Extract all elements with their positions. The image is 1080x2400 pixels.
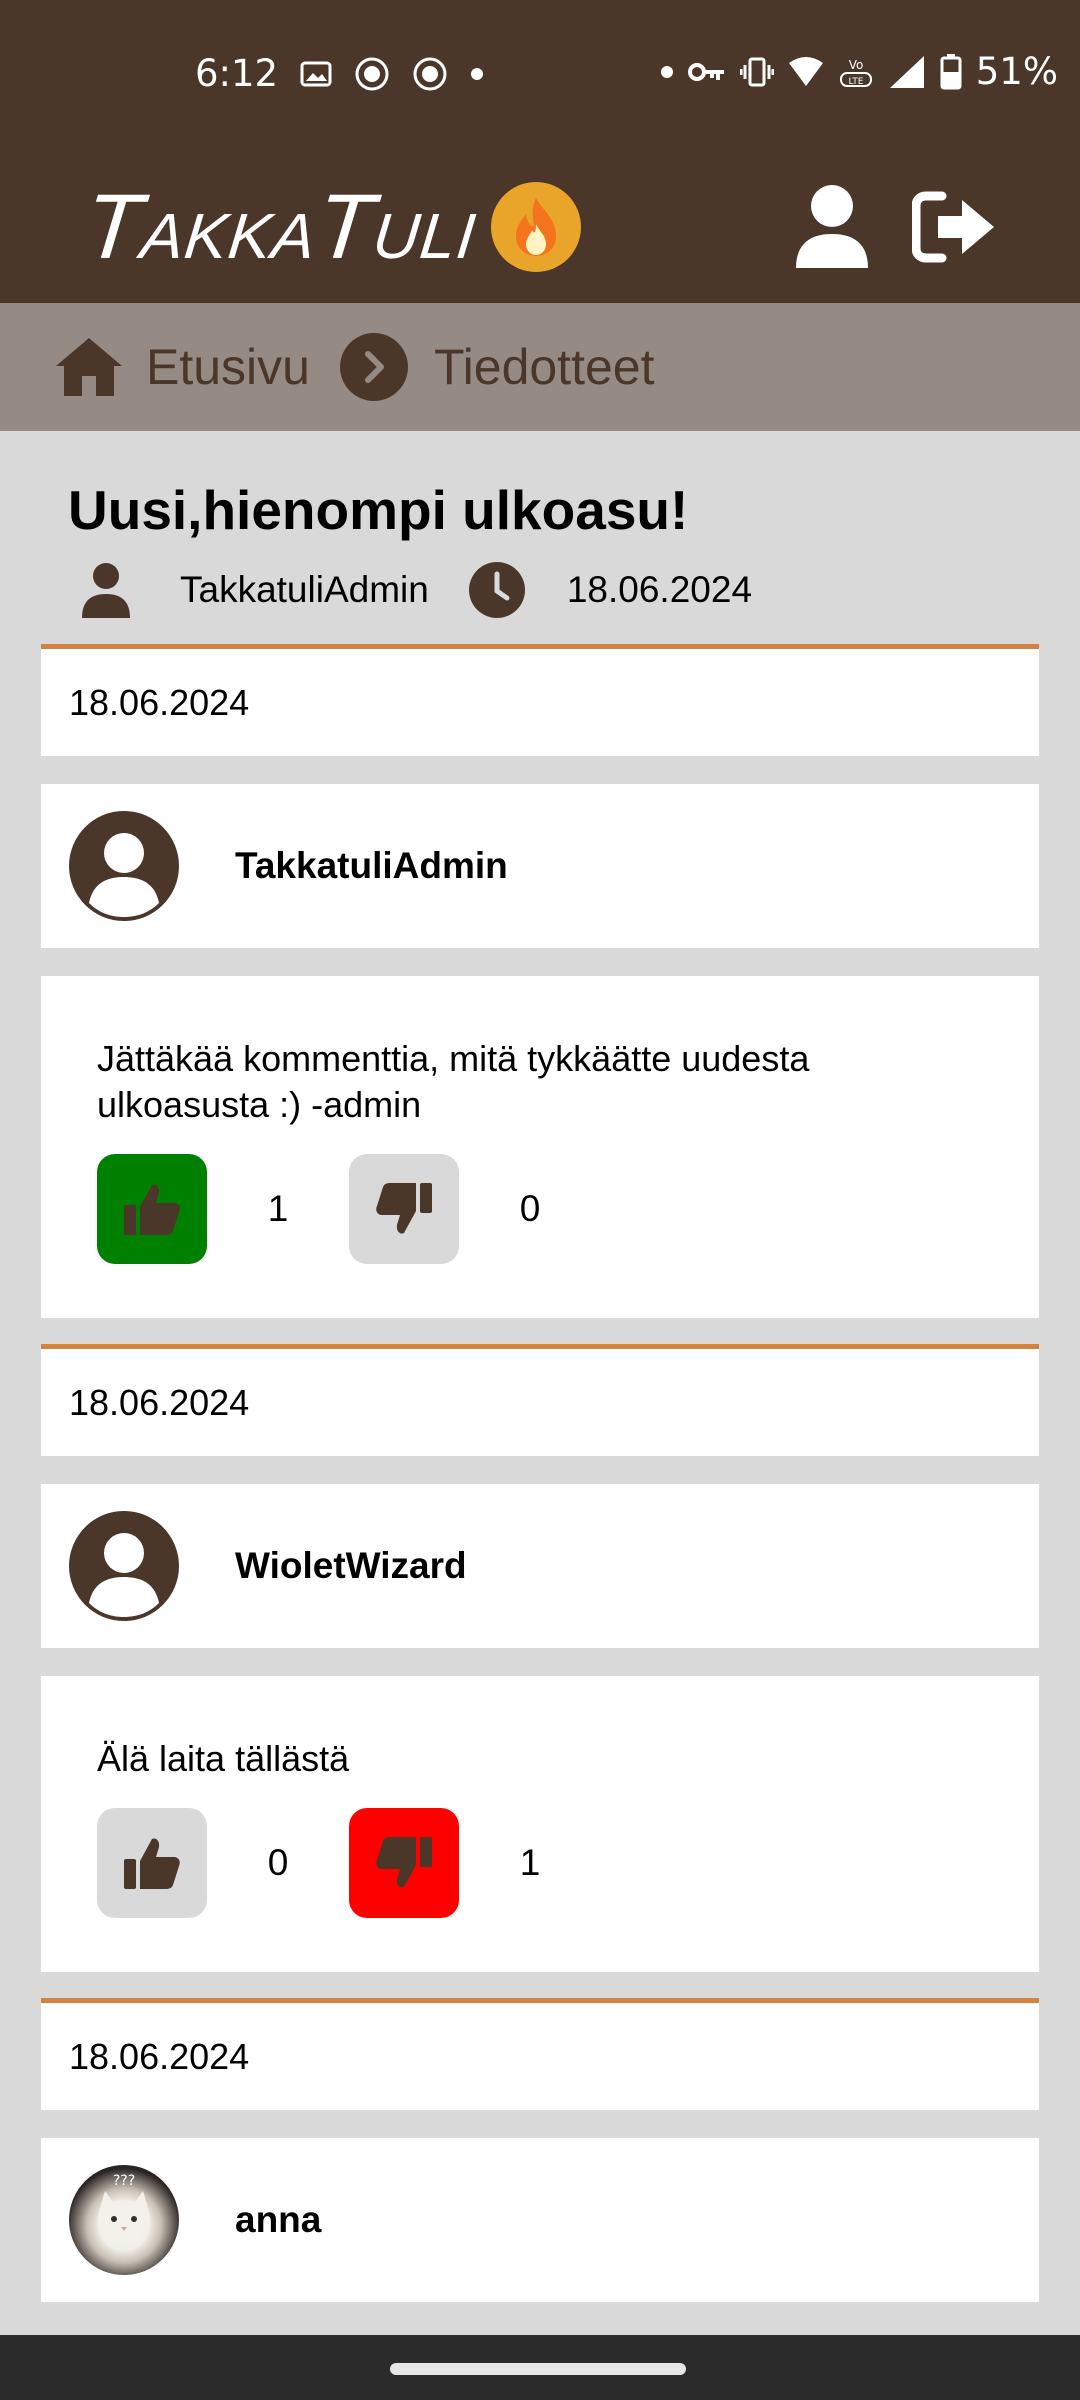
logo-text: TakkaTuli xyxy=(79,175,483,278)
comment-date: 18.06.2024 xyxy=(41,1344,1039,1456)
like-button[interactable] xyxy=(97,1808,207,1918)
avatar-user-icon xyxy=(89,833,159,917)
battery-percentage: 51% xyxy=(975,50,1058,93)
system-navigation-bar xyxy=(0,2335,1080,2400)
breadcrumb-home-label: Etusivu xyxy=(146,339,310,395)
home-icon xyxy=(56,338,122,396)
wifi-icon xyxy=(788,56,823,86)
volte-icon: Vo LTE xyxy=(839,58,872,87)
breadcrumb-current: Tiedotteet xyxy=(433,339,655,395)
comment-body: Jättäkää kommenttia, mitä tykkäätte uude… xyxy=(41,976,1039,1318)
dot-icon xyxy=(471,68,483,80)
status-bar: 6:12 Vo LTE 51% xyxy=(0,0,1080,150)
like-button[interactable] xyxy=(97,1154,207,1264)
thumbs-up-icon xyxy=(124,1838,180,1889)
logout-button[interactable] xyxy=(910,150,1000,303)
svg-text:Vo: Vo xyxy=(848,58,863,72)
breadcrumb-home[interactable]: Etusivu xyxy=(54,336,310,398)
cat-photo-icon: ??? xyxy=(97,2173,151,2245)
app-icon xyxy=(355,57,389,91)
comment-text: Älä laita tällästä xyxy=(97,1738,350,1779)
app-logo[interactable]: TakkaTuli xyxy=(80,150,581,303)
comment-votes: 1 0 xyxy=(97,1154,983,1264)
post-meta: TakkatuliAdmin 18.06.2024 xyxy=(80,555,752,625)
thumbs-down-icon xyxy=(376,1183,432,1234)
like-count: 1 xyxy=(267,1188,289,1229)
like-count: 0 xyxy=(267,1842,289,1883)
logout-icon xyxy=(912,191,994,262)
avatar-photo: ??? xyxy=(69,2165,179,2275)
comment-body: Älä laita tällästä 0 1 xyxy=(41,1676,1039,1972)
comment-item: 18.06.2024 TakkatuliAdmin Jättäkää komme… xyxy=(41,644,1039,1318)
comment-item: 18.06.2024 ??? anna xyxy=(41,1998,1039,2302)
status-system-icons: Vo LTE 51% xyxy=(660,50,1058,93)
battery-icon xyxy=(940,53,962,89)
dislike-button[interactable] xyxy=(349,1154,459,1264)
image-icon xyxy=(300,61,332,87)
page-title: Uusi,hienompi ulkoasu! xyxy=(68,479,689,541)
avatar-user-icon xyxy=(89,1533,159,1617)
author-icon xyxy=(82,563,130,618)
comment-username: anna xyxy=(235,2199,322,2240)
status-notification-icons xyxy=(300,56,484,92)
dislike-count: 0 xyxy=(519,1188,541,1229)
comment-date: 18.06.2024 xyxy=(41,644,1039,756)
svg-text:LTE: LTE xyxy=(848,77,863,87)
thumbs-down-icon xyxy=(376,1837,432,1888)
thumbs-up-icon xyxy=(124,1184,180,1235)
comment-date: 18.06.2024 xyxy=(41,1998,1039,2110)
user-icon xyxy=(796,184,868,268)
comment-author-row: TakkatuliAdmin xyxy=(41,784,1039,948)
app-icon xyxy=(413,57,447,91)
comment-text: Jättäkää kommenttia, mitä tykkäätte uude… xyxy=(97,1038,810,1125)
chevron-right-icon xyxy=(339,333,408,401)
avatar xyxy=(69,811,179,921)
vibrate-icon xyxy=(739,57,774,86)
signal-icon xyxy=(889,55,924,88)
profile-button[interactable] xyxy=(792,150,872,303)
app-header: TakkaTuli xyxy=(0,150,1080,303)
comment-author-row: WioletWizard xyxy=(41,1484,1039,1648)
comment-username: TakkatuliAdmin xyxy=(235,845,508,886)
key-icon xyxy=(687,62,724,81)
status-time: 6:12 xyxy=(195,52,279,95)
flame-icon xyxy=(490,181,581,272)
dot-icon xyxy=(660,65,673,78)
comments-list: 18.06.2024 TakkatuliAdmin Jättäkää komme… xyxy=(41,644,1039,2328)
comment-author-row: ??? anna xyxy=(41,2138,1039,2302)
breadcrumb: Etusivu Tiedotteet xyxy=(0,303,1080,431)
comment-item: 18.06.2024 WioletWizard Älä laita tälläs… xyxy=(41,1344,1039,1972)
home-gesture-handle[interactable] xyxy=(390,2363,686,2375)
post-date: 18.06.2024 xyxy=(566,569,753,610)
post-author: TakkatuliAdmin xyxy=(180,569,429,610)
clock-icon xyxy=(468,562,525,618)
comment-username: WioletWizard xyxy=(235,1545,467,1586)
dislike-count: 1 xyxy=(519,1842,541,1883)
avatar xyxy=(69,1511,179,1621)
svg-text:???: ??? xyxy=(113,2173,135,2189)
dislike-button[interactable] xyxy=(349,1808,459,1918)
comment-votes: 0 1 xyxy=(97,1808,983,1918)
